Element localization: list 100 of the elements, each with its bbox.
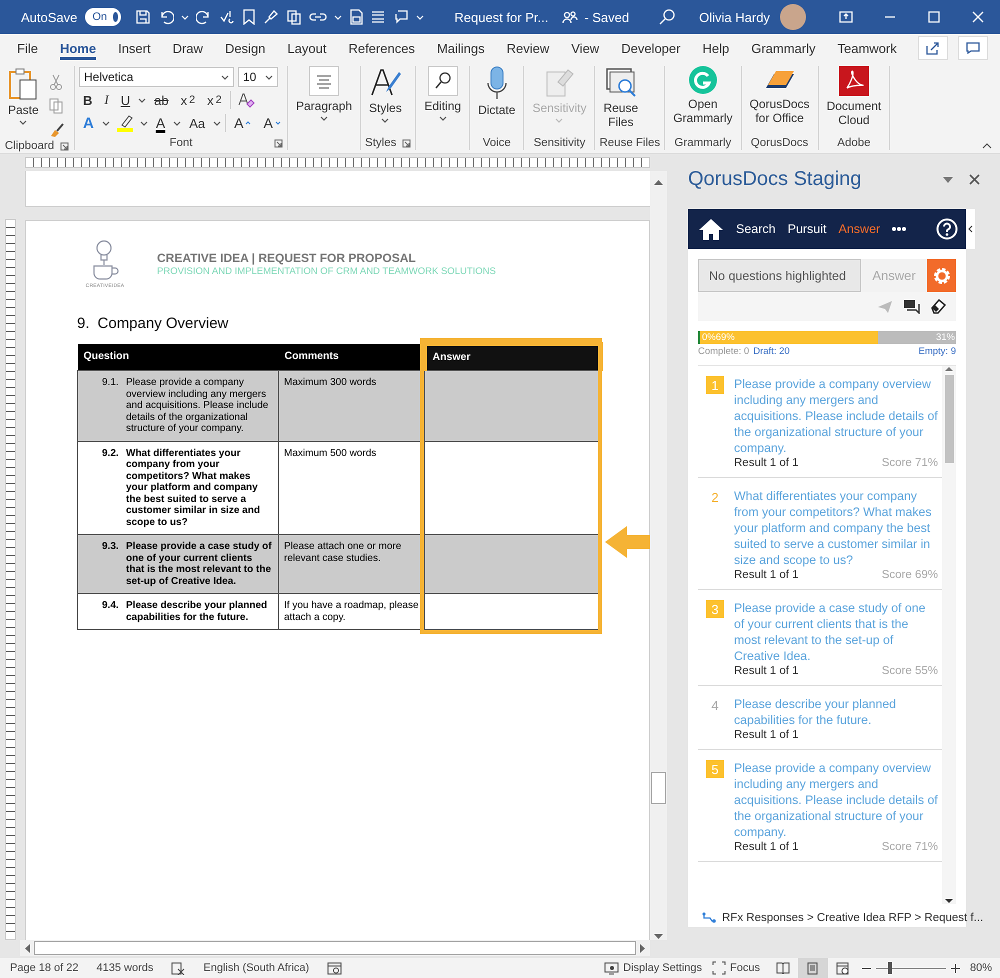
font-size-field[interactable]: 10 bbox=[238, 67, 278, 87]
search-icon[interactable] bbox=[428, 66, 458, 96]
format-button[interactable]: I bbox=[100, 90, 113, 110]
horizontal-scrollbar[interactable] bbox=[20, 940, 650, 956]
search-icon[interactable] bbox=[659, 9, 676, 25]
avatar[interactable] bbox=[780, 4, 806, 30]
callout-icon[interactable] bbox=[393, 9, 410, 25]
copy-icon[interactable] bbox=[286, 9, 302, 25]
scroll-down-icon[interactable] bbox=[945, 899, 953, 904]
dictate-button[interactable]: Dictate bbox=[474, 66, 520, 117]
collapse-button[interactable] bbox=[966, 209, 975, 249]
settings-button[interactable] bbox=[927, 259, 956, 292]
view-button[interactable] bbox=[798, 958, 828, 978]
close-icon[interactable] bbox=[969, 174, 980, 185]
editing-button[interactable]: Editing bbox=[420, 66, 466, 121]
comments-button[interactable] bbox=[903, 299, 920, 314]
word-count[interactable]: 4135 words bbox=[96, 962, 154, 974]
scroll-down-icon[interactable] bbox=[654, 934, 663, 940]
paintbrush-icon[interactable] bbox=[263, 9, 280, 25]
reuse-button[interactable]: Reuse Files bbox=[599, 66, 642, 129]
caret-icon[interactable] bbox=[140, 120, 148, 126]
share-button[interactable] bbox=[918, 36, 948, 60]
nav-tab[interactable]: Search bbox=[736, 222, 776, 236]
format-button[interactable]: B bbox=[79, 90, 96, 110]
text-effects-button[interactable]: A bbox=[79, 113, 98, 133]
letter-brush-icon[interactable] bbox=[369, 66, 402, 98]
dropdown-icon[interactable] bbox=[943, 176, 953, 182]
more-icon[interactable] bbox=[892, 227, 906, 231]
home-icon[interactable] bbox=[698, 218, 724, 240]
microphone-icon[interactable] bbox=[486, 66, 508, 100]
qorus-button[interactable]: QorusDocs for Office bbox=[746, 66, 814, 125]
caret-icon[interactable] bbox=[320, 116, 328, 121]
accessibility-icon[interactable] bbox=[327, 962, 342, 974]
caret-icon[interactable] bbox=[173, 120, 182, 126]
scroll-up-icon[interactable] bbox=[654, 179, 663, 185]
zoom-level[interactable]: 80% bbox=[970, 962, 992, 974]
question-field[interactable]: No questions highlighted bbox=[698, 259, 861, 292]
align-center-icon[interactable] bbox=[309, 66, 340, 96]
ribbon-tab[interactable]: Layout bbox=[276, 34, 338, 62]
acrobat-logo-icon[interactable] bbox=[838, 66, 869, 96]
font-name-field[interactable]: Helvetica bbox=[79, 67, 234, 87]
format-button[interactable]: ab bbox=[150, 90, 173, 110]
caret-icon[interactable] bbox=[381, 118, 390, 123]
collapse-ribbon-icon[interactable] bbox=[982, 143, 992, 149]
zoom-in-icon[interactable] bbox=[950, 964, 960, 972]
ribbon-tab[interactable]: Review bbox=[496, 34, 560, 62]
caret-icon[interactable] bbox=[102, 120, 110, 126]
scroll-right-icon[interactable] bbox=[640, 944, 646, 952]
bookmark-icon[interactable] bbox=[242, 9, 256, 25]
save-as-icon[interactable] bbox=[349, 9, 364, 25]
paste-button[interactable]: Paste bbox=[4, 66, 43, 125]
paragraph-button[interactable]: Paragraph bbox=[292, 66, 356, 121]
caret-icon[interactable] bbox=[221, 74, 229, 80]
list-scrollbar[interactable] bbox=[942, 366, 956, 904]
caret-icon[interactable] bbox=[265, 74, 273, 80]
grow-font-button[interactable]: A bbox=[230, 113, 256, 133]
nav-tab[interactable]: Pursuit bbox=[788, 222, 827, 236]
lines-icon[interactable] bbox=[370, 9, 386, 25]
breadcrumb[interactable]: RFx Responses > Creative Idea RFP > Request f... bbox=[722, 912, 984, 924]
styles-button[interactable]: Styles bbox=[365, 66, 406, 123]
scroll-left-icon[interactable] bbox=[24, 944, 30, 952]
user-name[interactable]: Olivia Hardy bbox=[699, 10, 770, 24]
ribbon-tab[interactable]: Help bbox=[691, 34, 740, 62]
autosave-toggle[interactable]: On bbox=[85, 8, 122, 26]
ribbon-tab[interactable]: Teamwork bbox=[826, 34, 908, 62]
answer-cell[interactable] bbox=[424, 370, 600, 441]
display-settings-button[interactable]: Display Settings bbox=[600, 958, 706, 978]
scroll-up-icon[interactable] bbox=[945, 366, 953, 371]
language-status[interactable]: English (South Africa) bbox=[203, 962, 310, 974]
proofing-icon[interactable] bbox=[171, 962, 186, 974]
caret-icon[interactable] bbox=[213, 120, 222, 126]
save-icon[interactable] bbox=[135, 9, 152, 25]
people-icon[interactable] bbox=[562, 10, 578, 24]
scroll-thumb[interactable] bbox=[34, 941, 636, 955]
comments-button[interactable] bbox=[958, 36, 988, 60]
vertical-scrollbar[interactable] bbox=[650, 171, 667, 940]
ribbon-tab[interactable]: File bbox=[6, 34, 49, 62]
page-count[interactable]: Page 18 of 22 bbox=[10, 962, 79, 974]
scroll-thumb[interactable] bbox=[651, 772, 666, 804]
answer-cell[interactable] bbox=[424, 534, 600, 594]
ribbon-tab[interactable]: References bbox=[337, 34, 426, 62]
ribbon-tab[interactable]: View bbox=[560, 34, 610, 62]
adobe-button[interactable]: Document Cloud bbox=[822, 66, 886, 127]
font-color-button[interactable]: A bbox=[152, 113, 170, 133]
caret-icon[interactable] bbox=[19, 120, 28, 125]
ribbon-tab[interactable]: Home bbox=[48, 34, 108, 62]
help-icon[interactable] bbox=[936, 218, 958, 240]
scroll-thumb[interactable] bbox=[944, 375, 954, 463]
dialog-launcher-icon[interactable] bbox=[60, 142, 70, 150]
caret-icon[interactable] bbox=[138, 98, 146, 102]
document-search-icon[interactable] bbox=[604, 66, 637, 98]
eraser-button[interactable] bbox=[930, 299, 946, 314]
ribbon-tab[interactable]: Design bbox=[214, 34, 276, 62]
spelling-icon[interactable] bbox=[219, 9, 236, 25]
grammarly-button[interactable]: Open Grammarly bbox=[669, 66, 737, 125]
ribbon-tab[interactable]: Insert bbox=[107, 34, 162, 62]
change-case-button[interactable]: Aa bbox=[185, 113, 210, 133]
ribbon-tab[interactable]: Draw bbox=[162, 34, 214, 62]
format-button[interactable]: U bbox=[116, 90, 134, 110]
ribbon-tab[interactable]: Mailings bbox=[426, 34, 496, 62]
